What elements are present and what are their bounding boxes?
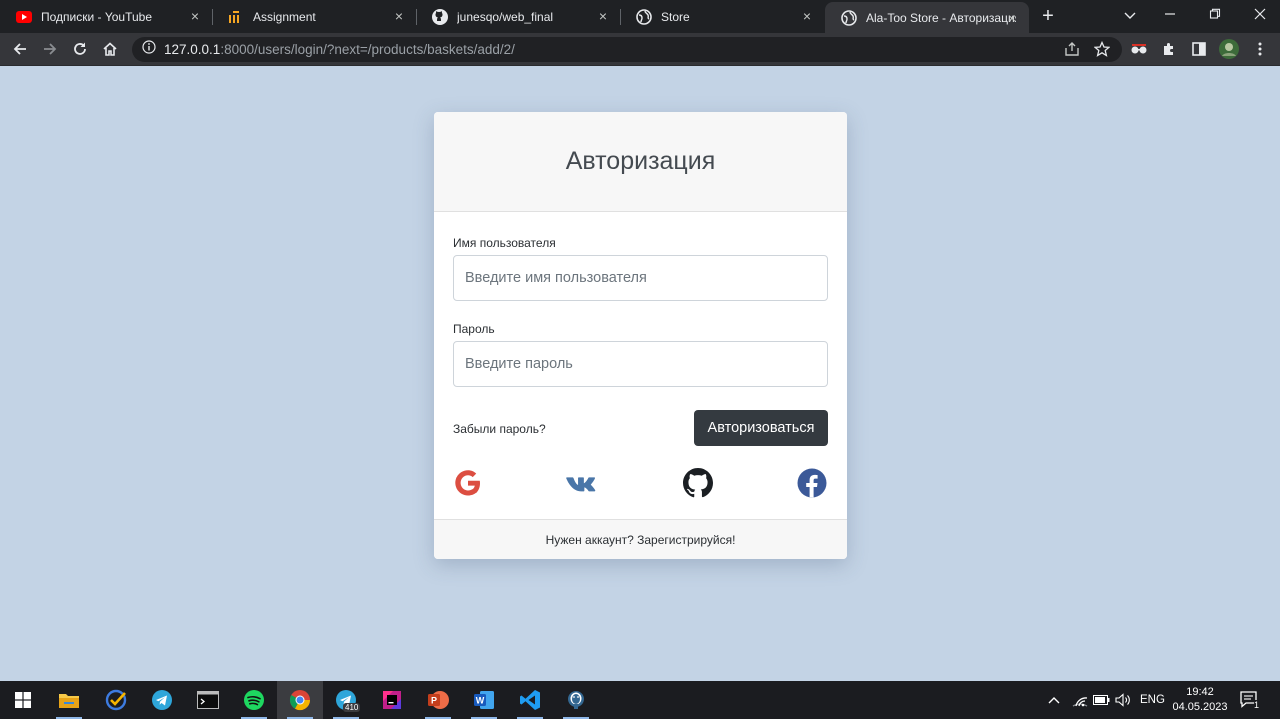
tasks-check-icon[interactable] xyxy=(93,681,139,719)
postgresql-icon[interactable] xyxy=(553,681,599,719)
tab-assignment[interactable]: Assignment × xyxy=(212,0,417,33)
notifications-icon[interactable]: 1 xyxy=(1240,681,1260,719)
youtube-icon xyxy=(16,9,32,25)
extension-glasses-icon[interactable] xyxy=(1129,39,1149,59)
username-label: Имя пользователя xyxy=(453,236,556,250)
tab-search-icon[interactable] xyxy=(1120,6,1140,26)
telegram-badge: 410 xyxy=(343,703,361,712)
vscode-icon[interactable] xyxy=(507,681,553,719)
telegram-icon[interactable] xyxy=(139,681,185,719)
system-clock[interactable]: 19:42 04.05.2023 xyxy=(1170,685,1230,715)
password-label: Пароль xyxy=(453,322,495,336)
tab-title: Подписки - YouTube xyxy=(41,9,153,24)
tab-youtube[interactable]: Подписки - YouTube × xyxy=(0,0,213,33)
menu-kebab-icon[interactable] xyxy=(1250,39,1270,59)
username-input[interactable] xyxy=(453,255,828,301)
browser-tab-strip: Подписки - YouTube × Assignment × junesq… xyxy=(0,0,1280,33)
forward-icon[interactable] xyxy=(40,39,60,59)
close-tab-icon[interactable]: × xyxy=(596,9,610,23)
instructure-icon xyxy=(228,9,244,25)
svg-text:P: P xyxy=(431,696,437,706)
telegram-icon[interactable]: 410 xyxy=(323,681,369,719)
new-tab-button[interactable]: + xyxy=(1038,6,1058,26)
svg-text:W: W xyxy=(476,696,485,706)
show-hidden-icons[interactable] xyxy=(1048,681,1060,719)
forgot-password-link[interactable]: Забыли пароль? xyxy=(453,422,546,436)
close-tab-icon[interactable]: × xyxy=(188,9,202,23)
wifi-icon[interactable] xyxy=(1072,681,1088,719)
side-panel-icon[interactable] xyxy=(1189,39,1209,59)
start-button[interactable] xyxy=(0,681,46,719)
tab-title: Ala-Too Store - Авторизация xyxy=(866,10,1016,25)
password-input[interactable] xyxy=(453,341,828,387)
restore-icon[interactable] xyxy=(1205,6,1225,26)
tab-title: Assignment xyxy=(253,9,316,24)
tab-title: Store xyxy=(661,9,690,24)
share-icon[interactable] xyxy=(1062,39,1082,59)
home-icon[interactable] xyxy=(100,39,120,59)
reload-icon[interactable] xyxy=(70,39,90,59)
bookmark-star-icon[interactable] xyxy=(1092,39,1112,59)
google-login-icon[interactable] xyxy=(452,467,484,499)
url-text: 127.0.0.1:8000/users/login/?next=/produc… xyxy=(164,42,515,57)
tab-store[interactable]: Store × xyxy=(620,0,824,33)
terminal-icon[interactable] xyxy=(185,681,231,719)
close-tab-icon[interactable]: × xyxy=(800,9,814,23)
vk-login-icon[interactable] xyxy=(566,467,598,499)
close-window-icon[interactable] xyxy=(1250,6,1270,26)
tab-login-active[interactable]: Ala-Too Store - Авторизация × xyxy=(825,2,1029,33)
globe-icon xyxy=(841,9,857,26)
back-icon[interactable] xyxy=(10,39,30,59)
file-explorer-icon[interactable] xyxy=(46,681,92,719)
minimize-icon[interactable] xyxy=(1160,6,1180,26)
github-icon xyxy=(432,8,448,25)
close-tab-icon[interactable]: × xyxy=(392,9,406,23)
globe-icon xyxy=(636,8,652,25)
word-icon[interactable]: W xyxy=(461,681,507,719)
chrome-icon[interactable] xyxy=(277,681,323,719)
powerpoint-icon[interactable]: P xyxy=(415,681,461,719)
tab-title: junesqo/web_final xyxy=(457,9,554,24)
windows-taskbar: 410 P W ENG 19:42 04.05.2023 1 xyxy=(0,681,1280,719)
github-login-icon[interactable] xyxy=(682,467,714,499)
address-bar[interactable]: 127.0.0.1:8000/users/login/?next=/produc… xyxy=(132,37,1122,62)
extensions-puzzle-icon[interactable] xyxy=(1159,39,1179,59)
close-tab-icon[interactable]: × xyxy=(1005,11,1019,25)
page-title: Авторизация xyxy=(565,147,716,175)
card-footer: Нужен аккаунт? Зарегистрируйся! xyxy=(434,519,847,559)
login-button[interactable]: Авторизоваться xyxy=(694,410,828,446)
input-language[interactable]: ENG xyxy=(1140,681,1165,719)
card-header: Авторизация xyxy=(434,112,847,212)
facebook-login-icon[interactable] xyxy=(796,467,828,499)
battery-icon[interactable] xyxy=(1093,681,1110,719)
browser-toolbar: 127.0.0.1:8000/users/login/?next=/produc… xyxy=(0,33,1280,66)
avatar[interactable] xyxy=(1219,39,1239,59)
spotify-icon[interactable] xyxy=(231,681,277,719)
notification-count: 1 xyxy=(1254,700,1260,710)
register-link[interactable]: Нужен аккаунт? Зарегистрируйся! xyxy=(546,533,736,547)
login-card: Авторизация Имя пользователя Пароль Забы… xyxy=(434,112,847,559)
tab-github[interactable]: junesqo/web_final × xyxy=(416,0,621,33)
volume-icon[interactable] xyxy=(1115,681,1131,719)
info-icon[interactable] xyxy=(142,40,156,59)
jetbrains-icon[interactable] xyxy=(369,681,415,719)
